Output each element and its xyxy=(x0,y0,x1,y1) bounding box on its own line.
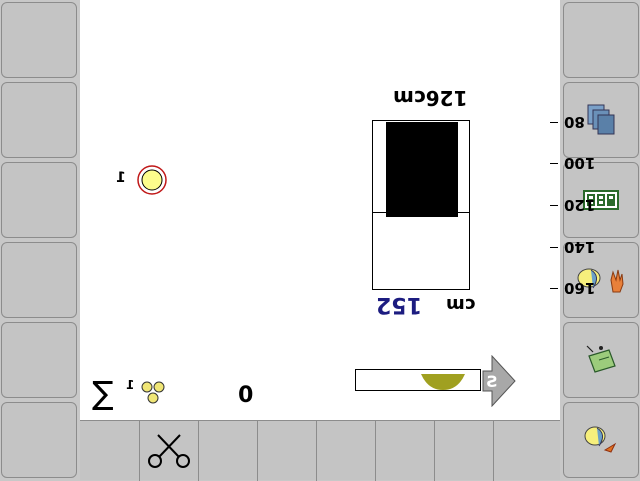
left-softkey-5[interactable] xyxy=(1,322,77,398)
right-softkey-seed-calibration[interactable] xyxy=(563,402,639,478)
left-softkey-4[interactable] xyxy=(1,242,77,318)
seed-calibration-icon xyxy=(584,426,617,453)
target-height-label: 126cm xyxy=(392,86,468,110)
scissors-icon xyxy=(148,434,190,468)
sum-symbol: ∑ xyxy=(92,374,114,412)
seeds-icon xyxy=(141,381,165,404)
row-indicator-icon xyxy=(137,165,167,195)
left-softkey-6[interactable] xyxy=(1,402,77,478)
right-softkey-seed-drill[interactable] xyxy=(563,322,639,398)
left-softkey-2[interactable] xyxy=(1,82,77,158)
direction-label: S xyxy=(486,372,498,391)
bottom-softkey-cut[interactable] xyxy=(140,421,199,481)
bottom-softkey-4[interactable] xyxy=(258,421,317,481)
left-softkey-3[interactable] xyxy=(1,162,77,238)
bottom-softkey-6[interactable] xyxy=(376,421,435,481)
main-display: 1 126cm 80 100 120 140 160 152 cm S ∑ 1 … xyxy=(80,0,595,420)
current-height-unit: cm xyxy=(446,294,476,315)
row-number: 1 xyxy=(116,170,126,186)
gauge-tick-140 xyxy=(550,247,558,248)
gauge-tick-100 xyxy=(550,163,558,164)
left-softkey-1[interactable] xyxy=(1,2,77,78)
seed-drill-icon xyxy=(586,345,616,373)
gauge-label-140: 140 xyxy=(564,238,596,256)
gauge-label-100: 100 xyxy=(564,154,596,172)
count-value: 0 xyxy=(238,383,254,408)
gauge-label-80: 80 xyxy=(564,113,585,131)
gauge-label-120: 120 xyxy=(564,196,596,214)
right-softkey-1[interactable] xyxy=(563,2,639,78)
bottom-softkey-5[interactable] xyxy=(317,421,376,481)
current-height-value: 152 xyxy=(376,292,422,317)
gauge-tick-80 xyxy=(550,122,558,123)
gauge-tick-120 xyxy=(550,205,558,206)
height-gauge-bar xyxy=(386,122,458,218)
bottom-softkey-1[interactable] xyxy=(80,421,140,481)
seed-bowl-icon xyxy=(421,374,465,390)
sum-row-number: 1 xyxy=(126,378,135,392)
bottom-softkey-7[interactable] xyxy=(435,421,494,481)
height-gauge-marker xyxy=(372,212,470,213)
gauge-label-160: 160 xyxy=(564,279,596,297)
gauge-tick-160 xyxy=(550,288,558,289)
bottom-softkey-bar xyxy=(80,420,560,481)
bottom-softkey-3[interactable] xyxy=(199,421,258,481)
bottom-softkey-8[interactable] xyxy=(494,421,560,481)
